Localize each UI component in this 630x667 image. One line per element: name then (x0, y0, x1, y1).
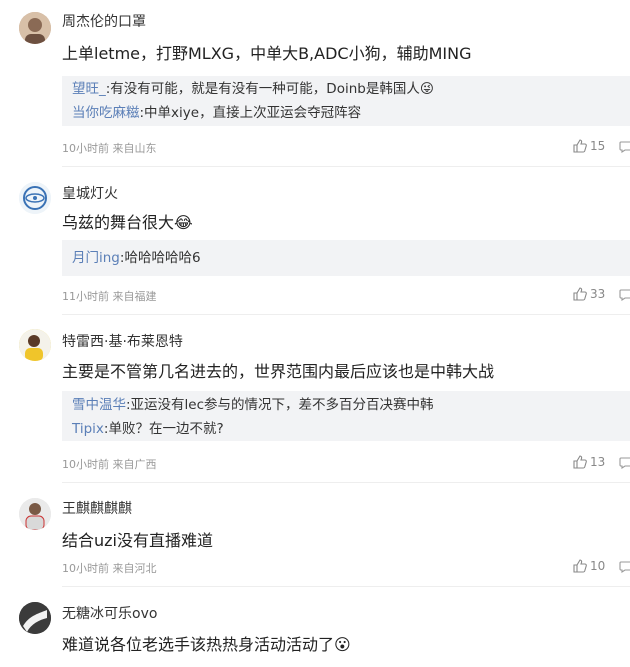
reply-box[interactable]: 月门ing:哈哈哈哈哈6 (62, 240, 630, 276)
comment-meta: 10小时前 来自河北 (62, 560, 157, 576)
thumbs-up-icon (573, 287, 587, 301)
reply-text: :有没有可能，就是有没有一种可能，Doinb是韩国人😜 (105, 81, 434, 97)
reply-username[interactable]: 当你吃麻糍 (72, 105, 140, 121)
reply-username[interactable]: 月门ing (72, 250, 120, 266)
reply-box[interactable]: 望旺_:有没有可能，就是有没有一种可能，Doinb是韩国人😜 当你吃麻糍:中单x… (62, 76, 630, 126)
like-count: 13 (590, 455, 606, 469)
avatar[interactable] (19, 329, 51, 361)
reply-text: :中单xiye，直接上次亚运会夺冠阵容 (139, 105, 362, 121)
thumbs-up-icon (573, 559, 587, 573)
like-count: 10 (590, 559, 606, 573)
divider (62, 586, 630, 587)
divider (62, 166, 630, 167)
avatar-image (19, 602, 51, 634)
username[interactable]: 王麒麒麒麒 (62, 498, 132, 518)
reply-username[interactable]: 望旺_ (72, 81, 106, 97)
location: 来自山东 (112, 142, 157, 155)
reply-box[interactable]: 雪中温华:亚运没有lec参与的情况下，差不多百分百决赛中韩 Tipix:单败？在… (62, 391, 630, 441)
reply-icon[interactable] (619, 561, 630, 573)
avatar[interactable] (19, 12, 51, 44)
location: 来自河北 (112, 562, 157, 575)
location: 来自广西 (112, 458, 157, 471)
like-button[interactable]: 13 (573, 455, 605, 469)
username[interactable]: 特雷西·基·布莱恩特 (62, 331, 183, 351)
timestamp: 11小时前 (62, 290, 109, 303)
username[interactable]: 周杰伦的口罩 (62, 11, 146, 31)
comment-meta: 10小时前 来自广西 (62, 456, 157, 472)
reply-item: 月门ing:哈哈哈哈哈6 (72, 246, 630, 270)
reply-text: :哈哈哈哈哈6 (119, 250, 201, 266)
comment-text: 上单letme，打野MLXG，中单大B,ADC小狗，辅助MING (62, 44, 472, 63)
avatar-image (19, 498, 51, 530)
like-count: 33 (590, 287, 606, 301)
reply-item: 雪中温华:亚运没有lec参与的情况下，差不多百分百决赛中韩 (72, 393, 630, 417)
reply-icon[interactable] (619, 457, 630, 469)
avatar[interactable] (19, 498, 51, 530)
like-button[interactable]: 15 (573, 139, 605, 153)
reply-username[interactable]: Tipix (72, 421, 104, 437)
avatar-image (19, 182, 51, 214)
username[interactable]: 无糖冰可乐ovo (62, 603, 157, 623)
timestamp: 10小时前 (62, 458, 109, 471)
username[interactable]: 皇城灯火 (62, 183, 118, 203)
divider (62, 482, 630, 483)
reply-item: Tipix:单败？在一边不就? (72, 417, 630, 441)
comment-meta: 10小时前 来自山东 (62, 140, 157, 156)
location: 来自福建 (112, 290, 157, 303)
comment-text: 乌兹的舞台很大😂 (62, 213, 193, 232)
timestamp: 10小时前 (62, 142, 109, 155)
reply-item: 当你吃麻糍:中单xiye，直接上次亚运会夺冠阵容 (72, 101, 630, 125)
timestamp: 10小时前 (62, 562, 109, 575)
avatar-image (19, 12, 51, 44)
avatar[interactable] (19, 602, 51, 634)
comment-text: 结合uzi没有直播难道 (62, 531, 213, 550)
comment-meta: 11小时前 来自福建 (62, 288, 157, 304)
avatar[interactable] (19, 182, 51, 214)
reply-text: :亚运没有lec参与的情况下，差不多百分百决赛中韩 (126, 397, 434, 413)
reply-icon[interactable] (619, 141, 630, 153)
like-button[interactable]: 33 (573, 287, 605, 301)
reply-item: 望旺_:有没有可能，就是有没有一种可能，Doinb是韩国人😜 (72, 77, 630, 101)
thumbs-up-icon (573, 139, 587, 153)
reply-icon[interactable] (619, 289, 630, 301)
reply-username[interactable]: 雪中温华 (72, 397, 126, 413)
like-button[interactable]: 10 (573, 559, 605, 573)
avatar-image (19, 329, 51, 361)
reply-text: :单败？在一边不就? (103, 421, 224, 437)
comment-text: 难道说各位老选手该热热身活动活动了😮 (62, 635, 351, 654)
thumbs-up-icon (573, 455, 587, 469)
comment-text: 主要是不管第几名进去的，世界范围内最后应该也是中韩大战 (62, 362, 495, 381)
divider (62, 314, 630, 315)
like-count: 15 (590, 139, 606, 153)
